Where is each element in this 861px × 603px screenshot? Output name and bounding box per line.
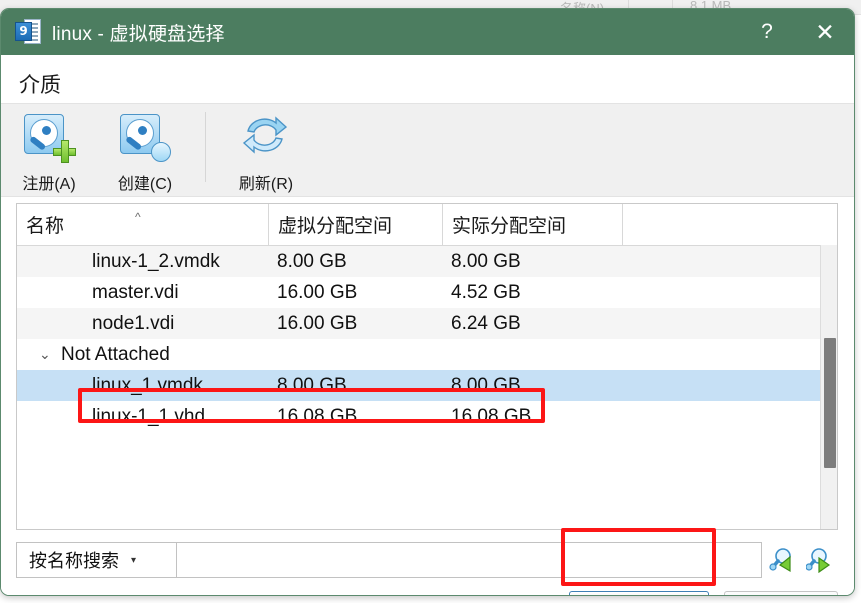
create-button-label: 创建(C) (117, 176, 173, 193)
table-row[interactable]: master.vdi 16.00 GB 4.52 GB (17, 277, 837, 308)
help-button[interactable]: ? (738, 9, 796, 55)
column-header-virtual-size-label: 虚拟分配空间 (278, 216, 393, 237)
search-mode-dropdown[interactable]: 按名称搜索 ▾ (16, 542, 176, 578)
window-title: linux - 虚拟硬盘选择 (52, 23, 225, 45)
chevron-down-icon[interactable]: ⌄ (39, 346, 61, 363)
column-header-actual-size[interactable]: 实际分配空间 (442, 204, 622, 245)
cell-actual-size: 16.08 GB (451, 405, 532, 427)
cell-name: master.vdi (92, 281, 179, 303)
search-next-icon[interactable] (800, 542, 838, 578)
cell-virtual-size: 16.00 GB (277, 312, 358, 334)
virtual-hard-disk-selector-dialog: 9 linux - 虚拟硬盘选择 ? ✕ 介质 注册(A) 创建(C) 刷新(R… (0, 8, 855, 596)
register-button[interactable]: 注册(A) (1, 112, 97, 194)
close-button[interactable]: ✕ (796, 9, 854, 55)
dialog-content: 介质 注册(A) 创建(C) 刷新(R) 名称 ^ 虚拟分配空间 实际分配空间 … (1, 55, 854, 595)
cell-virtual-size: 8.00 GB (277, 250, 347, 272)
table-row[interactable]: linux-1_1.vhd 16.08 GB 16.08 GB (17, 401, 837, 432)
toolbar-separator (205, 112, 206, 182)
page-title: 介质 (19, 74, 61, 97)
window-controls: ? ✕ (738, 9, 854, 55)
list-header: 名称 ^ 虚拟分配空间 实际分配空间 (17, 204, 837, 246)
scrollbar-thumb[interactable] (824, 338, 836, 468)
column-header-virtual-size[interactable]: 虚拟分配空间 (268, 204, 442, 245)
search-input[interactable] (176, 542, 762, 578)
cell-actual-size: 8.00 GB (451, 250, 521, 272)
list-rows: linux-1_2.vmdk 8.00 GB 8.00 GB master.vd… (17, 246, 837, 432)
disk-add-icon (22, 112, 76, 164)
virtualbox-medium-icon: 9 (15, 18, 41, 46)
refresh-button[interactable]: 刷新(R) (218, 112, 314, 194)
title-bar: 9 linux - 虚拟硬盘选择 ? ✕ (1, 9, 854, 55)
disk-create-icon (118, 112, 172, 164)
search-previous-icon[interactable] (762, 542, 800, 578)
column-header-filler (622, 204, 837, 245)
table-row[interactable]: linux_1.vmdk 8.00 GB 8.00 GB (17, 370, 837, 401)
cell-name: linux_1.vmdk (92, 374, 203, 396)
media-toolbar: 注册(A) 创建(C) 刷新(R) (1, 103, 854, 197)
column-header-actual-size-label: 实际分配空间 (452, 216, 567, 237)
column-header-name[interactable]: 名称 ^ (17, 204, 268, 245)
group-row-not-attached[interactable]: ⌄ Not Attached (17, 339, 837, 370)
refresh-button-label: 刷新(R) (238, 176, 294, 193)
cell-name: linux-1_1.vhd (92, 405, 206, 427)
select-button[interactable]: 选择 (569, 591, 709, 595)
dialog-footer: 选择 取消 CSDN @苏晗兮 (1, 583, 854, 595)
cancel-button[interactable]: 取消 (724, 591, 838, 595)
refresh-icon-svg (243, 116, 287, 154)
table-row[interactable]: node1.vdi 16.00 GB 6.24 GB (17, 308, 837, 339)
chevron-down-icon: ▾ (131, 554, 137, 566)
table-row[interactable]: linux-1_2.vmdk 8.00 GB 8.00 GB (17, 246, 837, 277)
cell-actual-size: 4.52 GB (451, 281, 521, 303)
list-vertical-scrollbar[interactable] (820, 245, 837, 529)
cell-virtual-size: 16.08 GB (277, 405, 358, 427)
cell-actual-size: 6.24 GB (451, 312, 521, 334)
search-mode-label: 按名称搜索 (29, 551, 119, 571)
app-icon-badge: 9 (15, 22, 32, 41)
register-button-label: 注册(A) (22, 176, 76, 193)
cell-virtual-size: 8.00 GB (277, 374, 347, 396)
search-bar: 按名称搜索 ▾ (16, 542, 838, 578)
column-header-name-label: 名称 (26, 216, 65, 237)
sort-ascending-icon: ^ (135, 210, 141, 224)
cell-virtual-size: 16.00 GB (277, 281, 358, 303)
cell-name: node1.vdi (92, 312, 175, 334)
create-button[interactable]: 创建(C) (97, 112, 193, 194)
cell-actual-size: 8.00 GB (451, 374, 521, 396)
screenshot-root: 名称(N) 8.1 MB 9 linux - 虚拟硬盘选择 ? ✕ 介质 (0, 0, 861, 603)
group-row-label: Not Attached (61, 343, 170, 365)
refresh-icon (239, 112, 293, 164)
media-list: 名称 ^ 虚拟分配空间 实际分配空间 linux-1_2.vmdk 8.00 G… (16, 203, 838, 530)
cell-name: linux-1_2.vmdk (92, 250, 220, 272)
